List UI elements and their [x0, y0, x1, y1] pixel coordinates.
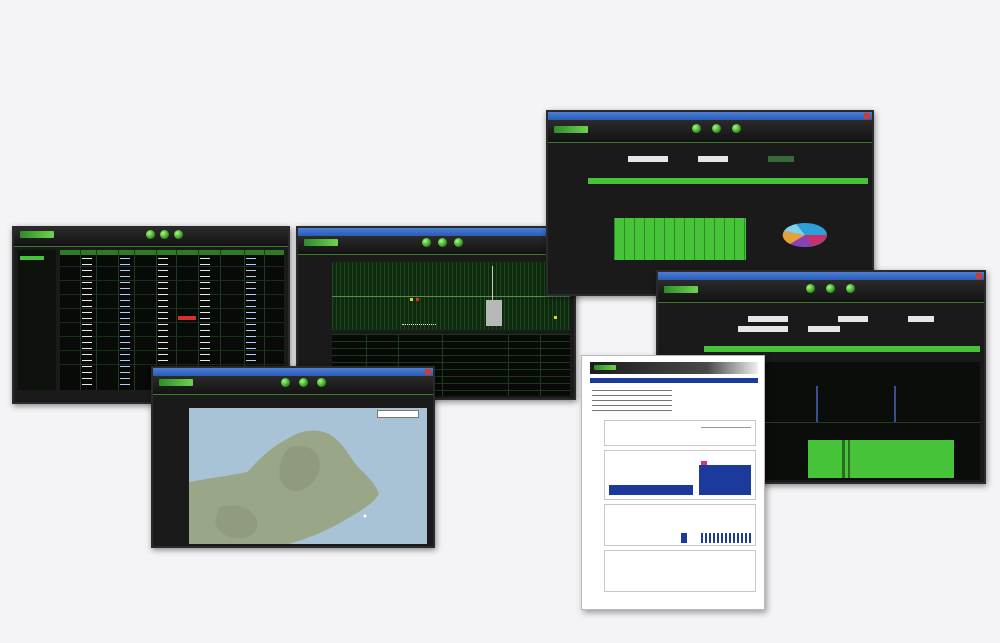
section-banner [588, 178, 868, 184]
filter-row [628, 156, 828, 162]
volume-chart [332, 262, 570, 330]
green-orb-icon[interactable] [317, 378, 326, 387]
green-orb-icon[interactable] [160, 230, 169, 239]
highlighted-cell [178, 316, 196, 320]
report-meta [592, 390, 672, 412]
app-logo [20, 231, 54, 238]
green-orb-icon[interactable] [174, 230, 183, 239]
report-chart-1 [604, 420, 756, 446]
green-orb-icon[interactable] [846, 284, 855, 293]
chart-marker [554, 316, 557, 319]
report-chart-3 [604, 504, 756, 546]
chart-marker [410, 298, 413, 301]
chart-spike [816, 386, 818, 422]
chart-marker [416, 298, 419, 301]
app-logo [159, 379, 193, 386]
filter-select[interactable] [838, 316, 868, 322]
filter-select[interactable] [738, 326, 788, 332]
filter-select[interactable] [908, 316, 934, 322]
app-header [14, 228, 288, 247]
window-titlebar [548, 112, 872, 120]
chart-baseline [332, 296, 570, 297]
filter-row [728, 316, 968, 334]
green-area [808, 440, 954, 478]
green-orb-icon[interactable] [692, 124, 701, 133]
app-header [548, 120, 872, 143]
app-logo [554, 126, 588, 133]
filter-select[interactable] [628, 156, 668, 162]
green-orb-icon[interactable] [146, 230, 155, 239]
grid-header [60, 250, 284, 255]
filter-select[interactable] [698, 156, 728, 162]
green-orb-icon[interactable] [299, 378, 308, 387]
green-orb-icon[interactable] [454, 238, 463, 247]
window-summary-report [546, 110, 874, 296]
close-icon[interactable] [425, 369, 431, 375]
filter-select[interactable] [748, 316, 788, 322]
report-chart-2 [604, 450, 756, 500]
pie-chart [782, 223, 827, 247]
chart-squiggle [402, 320, 436, 325]
app-header [298, 236, 574, 255]
window-titlebar [658, 272, 984, 280]
green-orb-icon[interactable] [732, 124, 741, 133]
close-icon[interactable] [864, 113, 870, 119]
window-titlebar [153, 368, 433, 376]
report-title-band [590, 378, 758, 383]
report-logo [594, 365, 616, 370]
map-toolbar[interactable] [377, 410, 419, 418]
chart-spike [894, 386, 896, 422]
chart-spike [486, 300, 502, 326]
map-view[interactable] [189, 408, 427, 544]
window-titlebar [298, 228, 574, 236]
app-logo [664, 286, 698, 293]
green-orb-icon[interactable] [422, 238, 431, 247]
sidebar [18, 250, 56, 390]
app-header [658, 280, 984, 303]
green-orb-icon[interactable] [806, 284, 815, 293]
close-icon[interactable] [976, 273, 982, 279]
section-banner [704, 346, 980, 352]
sidebar-active-item[interactable] [20, 256, 44, 260]
printed-report [581, 355, 765, 610]
app-header [153, 376, 433, 395]
app-logo [304, 239, 338, 246]
map-landmass [189, 430, 379, 544]
filter-select[interactable] [768, 156, 794, 162]
green-orb-icon[interactable] [281, 378, 290, 387]
filter-select[interactable] [808, 326, 840, 332]
green-orb-icon[interactable] [712, 124, 721, 133]
monitor-map [151, 366, 435, 548]
green-orb-icon[interactable] [438, 238, 447, 247]
report-chart-4 [604, 550, 756, 592]
green-bar-chart [614, 218, 746, 260]
green-orb-icon[interactable] [826, 284, 835, 293]
